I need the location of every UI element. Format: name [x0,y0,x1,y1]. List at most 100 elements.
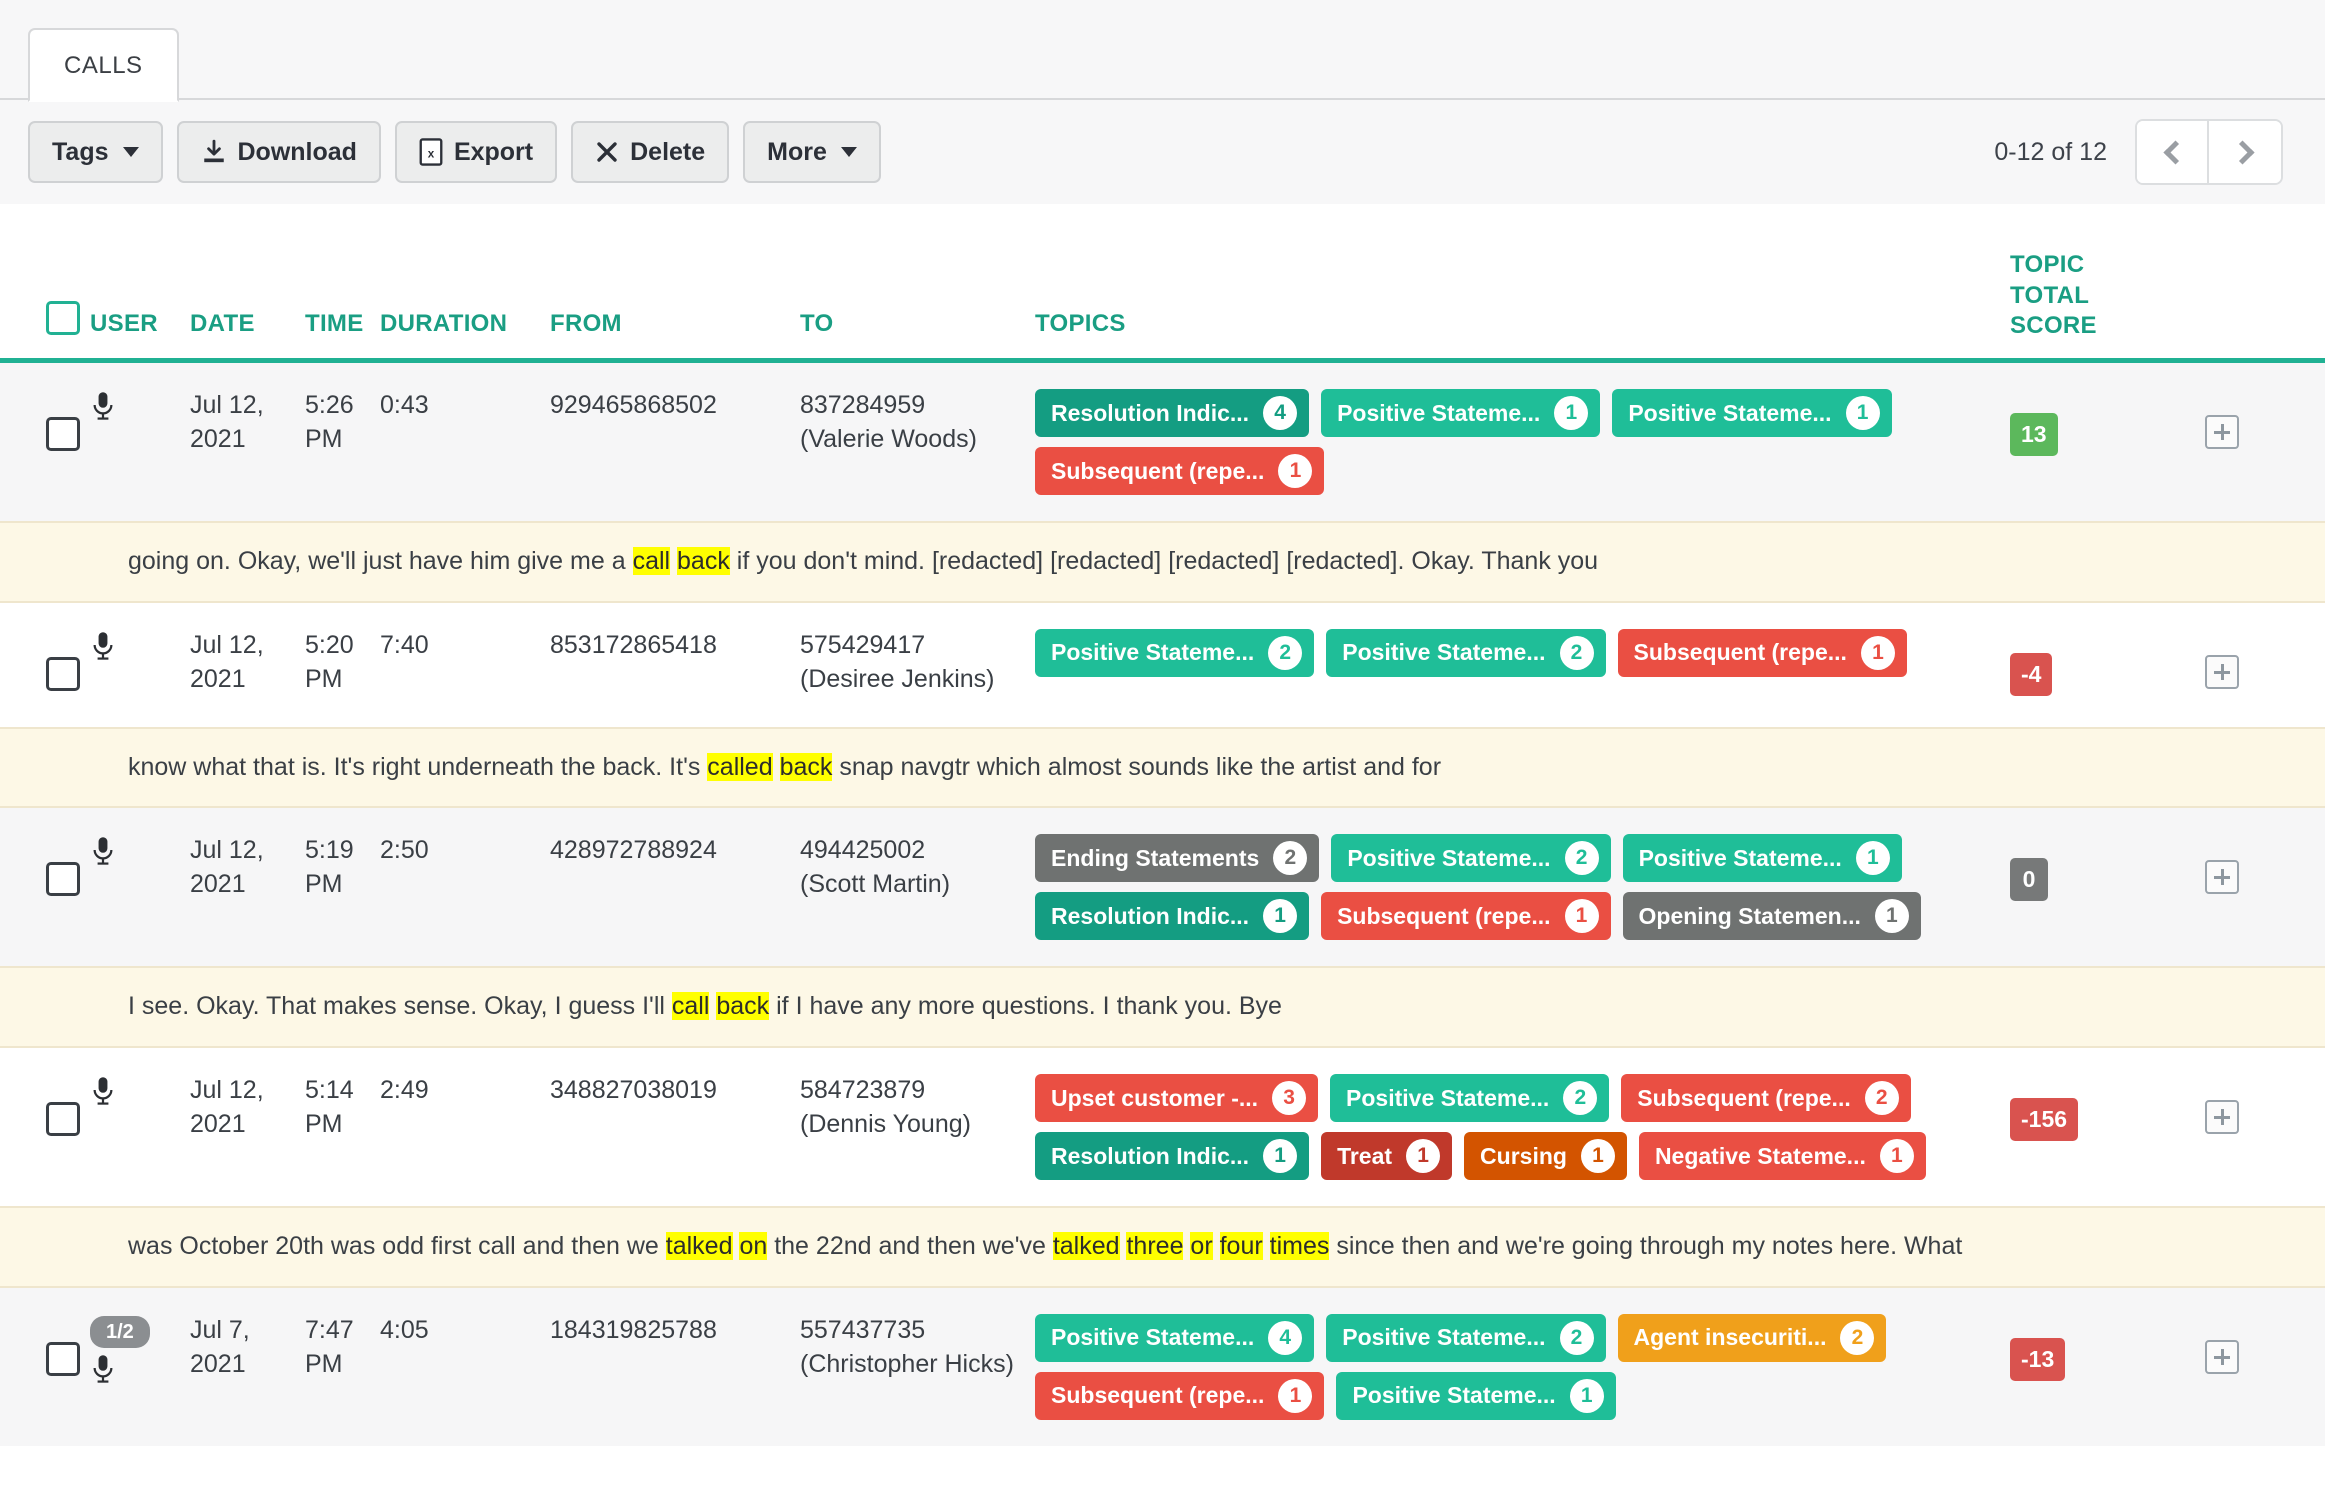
topic-tag[interactable]: Subsequent (repe... 1 [1035,1371,1325,1420]
chevron-left-icon [2162,139,2188,165]
plus-square-icon[interactable] [2205,860,2239,895]
topic-tag-count: 1 [1554,396,1589,431]
topic-tag-label: Treat [1337,1142,1393,1169]
plus-square-icon[interactable] [2205,1100,2239,1135]
topic-tag-label: Subsequent (repe... [1637,1084,1851,1111]
topic-tag-label: Resolution Indic... [1051,902,1250,929]
topic-tag[interactable]: Positive Stateme... 1 [1622,834,1902,883]
row-date: Jul 12, 2021 [190,1076,264,1138]
delete-button[interactable]: Delete [571,121,730,183]
topic-tag[interactable]: Positive Stateme... 4 [1035,1313,1315,1362]
row-score-cell: 13 [2010,389,2205,457]
transcript-highlight: call [671,992,710,1021]
topic-tag[interactable]: Positive Stateme... 2 [1035,628,1315,677]
topic-tag[interactable]: Positive Stateme... 2 [1326,628,1606,677]
row-to: 494425002 (Scott Martin) [800,836,951,899]
row-topics-cell: Resolution Indic... 4 Positive Stateme... 1… [1035,389,2010,496]
column-header-topics[interactable]: TOPICS [1035,309,2010,342]
column-header-from[interactable]: FROM [550,309,800,342]
row-duration: 4:05 [380,1315,429,1344]
topic-tag[interactable]: Positive Stateme... 2 [1331,834,1611,883]
topic-tag[interactable]: Positive Stateme... 2 [1330,1074,1610,1123]
topic-tag[interactable]: Subsequent (repe... 1 [1035,447,1325,496]
row-duration: 2:49 [380,1076,429,1105]
pagination-next-button[interactable] [2209,121,2281,183]
row-checkbox[interactable] [46,862,80,897]
microphone-icon[interactable] [90,1076,116,1108]
column-header-duration[interactable]: DURATION [380,309,550,342]
topic-tag[interactable]: Positive Stateme... 1 [1321,389,1601,438]
table-row[interactable]: Jul 12, 2021 5:26 PM 0:43 929465868502 83728… [0,363,2325,522]
topic-tag[interactable]: Treat 1 [1321,1132,1453,1181]
transcript-highlight: call [632,547,671,576]
row-topics-cell: Positive Stateme... 2 Positive Stateme... 2… [1035,628,2010,677]
table-row[interactable]: Jul 12, 2021 5:19 PM 2:50 428972788924 49442… [0,808,2325,967]
chevron-down-icon [122,147,139,157]
microphone-icon[interactable] [90,1354,116,1386]
topic-tag[interactable]: Positive Stateme... 1 [1612,389,1892,438]
topic-tag[interactable]: Subsequent (repe... 1 [1321,892,1611,941]
topic-tag[interactable]: Negative Stateme... 1 [1638,1132,1926,1181]
row-from: 184319825788 [550,1315,717,1344]
topic-tag[interactable]: Positive Stateme... 1 [1336,1371,1616,1420]
topic-tag-count: 2 [1864,1081,1899,1116]
transcript-text: since then and we're going through my no… [1329,1232,1963,1261]
plus-square-icon[interactable] [2205,415,2239,450]
topic-tag-count: 3 [1272,1081,1307,1116]
transcript-text: snap navgtr which almost sounds like the… [832,752,1442,781]
transcript-snippet[interactable]: know what that is. It's right underneath… [0,726,2325,809]
topic-tag[interactable]: Subsequent (repe... 1 [1617,628,1907,677]
row-expand-cell [2205,629,2325,699]
pagination-prev-button[interactable] [2137,121,2209,183]
row-checkbox[interactable] [46,1102,80,1137]
tab-calls-label: CALLS [64,52,143,79]
transcript-snippet[interactable]: was October 20th was odd first call and … [0,1206,2325,1288]
row-score-cell: -13 [2010,1314,2205,1381]
topic-tag[interactable]: Opening Statemen... 1 [1622,892,1921,941]
table-row[interactable]: Jul 12, 2021 5:14 PM 2:49 348827038019 58472… [0,1048,2325,1207]
row-date: Jul 12, 2021 [190,630,264,693]
plus-square-icon[interactable] [2205,654,2239,689]
column-header-date[interactable]: DATE [190,309,305,342]
microphone-icon[interactable] [90,836,116,868]
download-button[interactable]: Download [176,121,381,183]
transcript-snippet[interactable]: going on. Okay, we'll just have him give… [0,521,2325,603]
transcript-highlight: on [739,1232,768,1261]
topic-tag[interactable]: Resolution Indic... 1 [1035,892,1310,941]
row-checkbox[interactable] [46,417,80,452]
topic-tag-count: 4 [1263,396,1298,431]
transcript-snippet[interactable]: I see. Okay. That makes sense. Okay, I g… [0,966,2325,1049]
microphone-icon[interactable] [90,631,116,663]
tags-dropdown-button[interactable]: Tags [28,121,163,183]
topic-tag[interactable]: Upset customer -... 3 [1035,1074,1319,1123]
column-header-topic-total-score[interactable]: TOPIC TOTAL SCORE [2010,226,2205,342]
topic-tag[interactable]: Subsequent (repe... 2 [1621,1074,1911,1123]
table-row[interactable]: 1/2 Jul 7, 2021 7:47 PM 4:05 184319825788 557… [0,1287,2325,1446]
microphone-icon[interactable] [90,391,116,423]
topic-tag[interactable]: Ending Statements 2 [1035,834,1320,883]
export-button[interactable]: x Export [394,121,558,183]
topic-tag-count: 1 [1406,1139,1441,1174]
column-header-user[interactable]: USER [90,307,190,342]
table-row[interactable]: Jul 12, 2021 5:20 PM 7:40 853172865418 57542… [0,602,2325,727]
topic-tag[interactable]: Agent insecuriti... 2 [1617,1313,1887,1362]
row-time: 7:47 PM [305,1315,354,1378]
column-header-to[interactable]: TO [800,309,1035,342]
tab-calls[interactable]: CALLS [28,28,179,102]
row-checkbox[interactable] [46,656,80,691]
svg-text:x: x [428,147,435,160]
topic-tag[interactable]: Resolution Indic... 1 [1035,1132,1310,1181]
pagination-range: 0-12 of 12 [1994,137,2107,166]
more-dropdown-button[interactable]: More [743,121,881,183]
column-header-time[interactable]: TIME [305,309,380,342]
select-all-checkbox[interactable] [46,301,80,336]
row-select-cell [0,389,90,461]
row-to: 584723879 (Dennis Young) [800,1076,971,1138]
topic-tag[interactable]: Cursing 1 [1464,1132,1627,1181]
select-all-cell [0,301,90,342]
topic-tag[interactable]: Resolution Indic... 4 [1035,389,1310,438]
plus-square-icon[interactable] [2205,1339,2239,1374]
row-checkbox[interactable] [46,1341,80,1376]
topic-tag[interactable]: Positive Stateme... 2 [1326,1313,1606,1362]
row-from: 853172865418 [550,630,717,659]
